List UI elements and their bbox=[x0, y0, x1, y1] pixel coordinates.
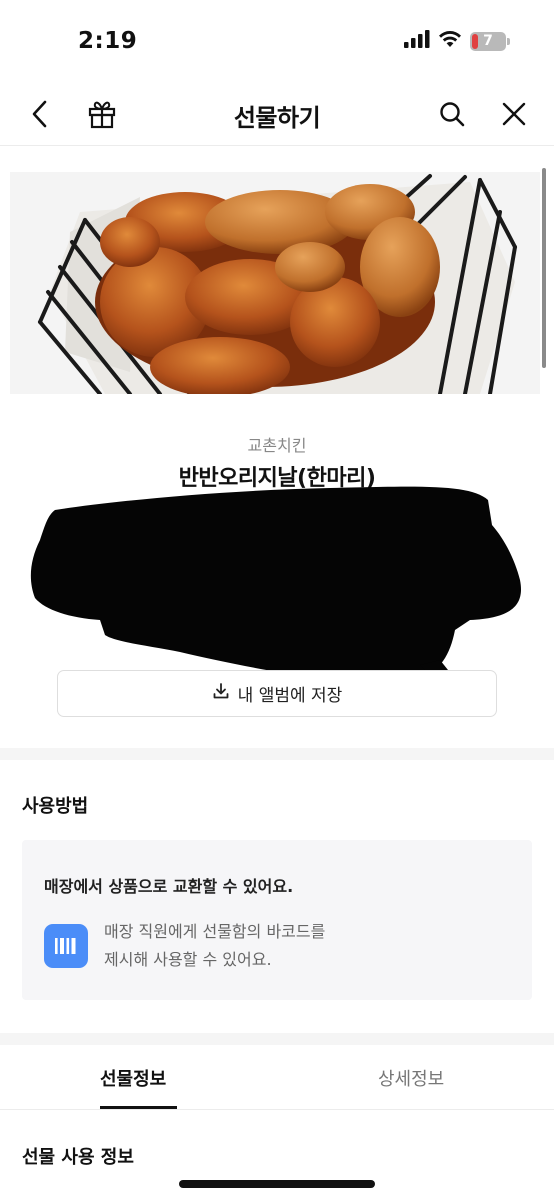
close-button[interactable] bbox=[494, 96, 534, 136]
redacted-barcode bbox=[0, 470, 554, 700]
howto-description: 매장 직원에게 선물함의 바코드를 제시해 사용할 수 있어요. bbox=[104, 918, 325, 974]
status-bar: 2:19 7 bbox=[0, 0, 554, 84]
search-icon bbox=[438, 100, 466, 132]
download-icon bbox=[212, 682, 230, 705]
gift-usage-info-title: 선물 사용 정보 bbox=[22, 1147, 134, 1168]
product-brand: 교촌치킨 bbox=[247, 436, 307, 455]
tab-detail-info[interactable]: 상세정보 bbox=[378, 1065, 444, 1091]
tab-gift-info[interactable]: 선물정보 bbox=[100, 1065, 166, 1091]
howto-card: 매장에서 상품으로 교환할 수 있어요. 매장 직원에게 선물함의 바코드를 제… bbox=[22, 840, 532, 1000]
close-icon bbox=[501, 101, 527, 131]
status-time: 2:19 bbox=[78, 28, 138, 54]
cellular-signal-icon bbox=[404, 30, 430, 52]
save-label: 내 앨범에 저장 bbox=[237, 686, 343, 706]
tab-active-underline bbox=[100, 1106, 177, 1109]
info-tabs: 선물정보 상세정보 bbox=[0, 1045, 554, 1110]
battery-fill bbox=[472, 33, 478, 49]
product-image bbox=[10, 172, 540, 394]
search-button[interactable] bbox=[432, 96, 472, 136]
howto-line-1: 매장 직원에게 선물함의 바코드를 bbox=[104, 922, 326, 941]
howto-title: 사용방법 bbox=[22, 796, 89, 817]
section-divider bbox=[0, 748, 554, 760]
battery-cap bbox=[507, 37, 510, 45]
wifi-icon bbox=[438, 30, 462, 52]
nav-bar: 선물하기 bbox=[0, 84, 554, 146]
section-divider bbox=[0, 1033, 554, 1045]
home-indicator bbox=[179, 1180, 375, 1188]
battery-icon: 7 bbox=[470, 31, 510, 51]
scroll-indicator[interactable] bbox=[542, 168, 546, 368]
barcode-icon bbox=[44, 924, 88, 968]
battery-body: 7 bbox=[470, 31, 506, 51]
status-icons: 7 bbox=[404, 30, 510, 52]
save-to-album-button[interactable]: 내 앨범에 저장 bbox=[57, 670, 497, 717]
battery-level: 7 bbox=[483, 33, 493, 49]
howto-heading: 매장에서 상품으로 교환할 수 있어요. bbox=[44, 877, 294, 896]
howto-line-2: 제시해 사용할 수 있어요. bbox=[104, 950, 272, 969]
